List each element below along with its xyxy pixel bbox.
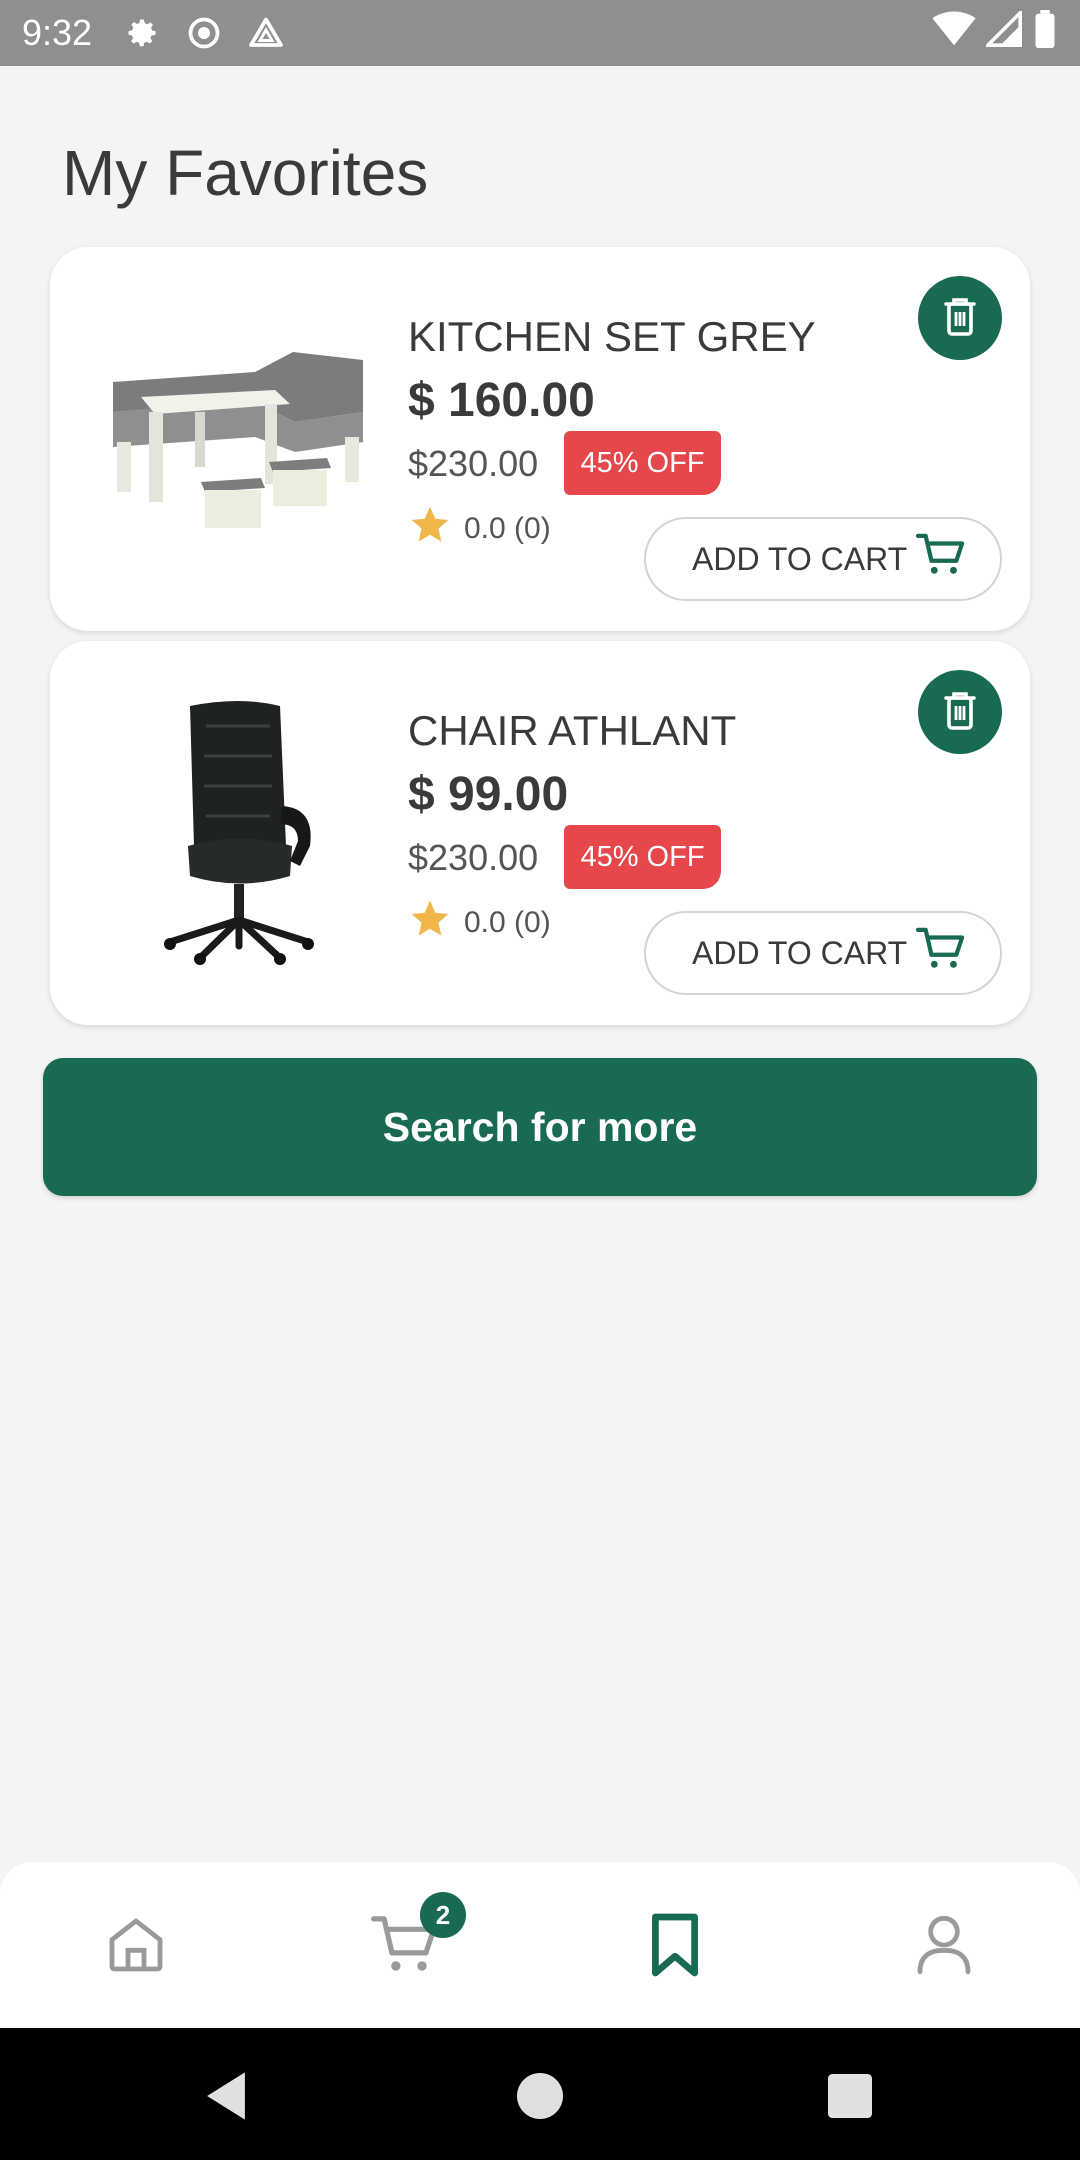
favorite-card[interactable]: CHAIR ATHLANT $ 99.00 $230.00 45% OFF 0.… <box>50 641 1030 1025</box>
product-rating: 0.0 (0) <box>408 897 551 949</box>
cart-count-badge: 2 <box>420 1892 466 1938</box>
nav-profile[interactable] <box>909 1912 979 1982</box>
status-bar: 9:32 <box>0 0 1080 66</box>
product-old-price: $230.00 <box>408 443 539 484</box>
star-icon <box>408 897 452 949</box>
signal-icon <box>983 7 1022 56</box>
product-name: CHAIR ATHLANT <box>408 707 737 754</box>
bottom-nav: 2 <box>0 1862 1080 2028</box>
star-icon <box>408 503 452 555</box>
discount-badge: 45% OFF <box>564 825 721 889</box>
add-to-cart-button[interactable]: ADD TO CART <box>644 517 1002 601</box>
gear-icon <box>122 13 162 53</box>
home-button-icon[interactable] <box>510 2066 570 2126</box>
delete-favorite-button[interactable] <box>918 670 1002 754</box>
product-old-price: $230.00 <box>408 837 539 878</box>
rating-value: 0.0 (0) <box>464 906 551 939</box>
add-to-cart-button[interactable]: ADD TO CART <box>644 911 1002 995</box>
profile-icon <box>914 1913 974 1982</box>
favorite-card[interactable]: KITCHEN SET GREY $ 160.00 $230.00 45% OF… <box>50 247 1030 631</box>
office-chair-image[interactable] <box>90 681 390 981</box>
page-title: My Favorites <box>62 137 429 209</box>
status-time: 9:32 <box>22 12 93 53</box>
nav-favorites[interactable] <box>640 1912 710 1982</box>
trash-icon <box>940 688 980 737</box>
delete-favorite-button[interactable] <box>918 276 1002 360</box>
back-icon[interactable] <box>196 2066 256 2126</box>
product-price: $ 99.00 <box>408 768 569 821</box>
rating-value: 0.0 (0) <box>464 512 551 545</box>
drive-icon <box>246 13 286 53</box>
record-icon <box>184 13 224 53</box>
bookmark-icon <box>647 1911 703 1984</box>
nav-home[interactable] <box>101 1912 171 1982</box>
cart-icon <box>915 532 966 586</box>
add-to-cart-label: ADD TO CART <box>692 540 908 577</box>
discount-badge: 45% OFF <box>564 431 721 495</box>
system-nav-bar <box>0 2028 1080 2160</box>
search-for-more-button[interactable]: Search for more <box>43 1058 1037 1196</box>
kitchen-set-image[interactable] <box>90 287 390 587</box>
battery-icon <box>1032 9 1058 57</box>
cart-icon <box>915 926 966 980</box>
product-price: $ 160.00 <box>408 374 595 427</box>
home-icon <box>104 1913 168 1982</box>
wifi-icon <box>932 10 976 56</box>
trash-icon <box>940 294 980 343</box>
recents-icon[interactable] <box>820 2066 880 2126</box>
add-to-cart-label: ADD TO CART <box>692 934 908 971</box>
product-name: KITCHEN SET GREY <box>408 313 816 360</box>
product-rating: 0.0 (0) <box>408 503 551 555</box>
